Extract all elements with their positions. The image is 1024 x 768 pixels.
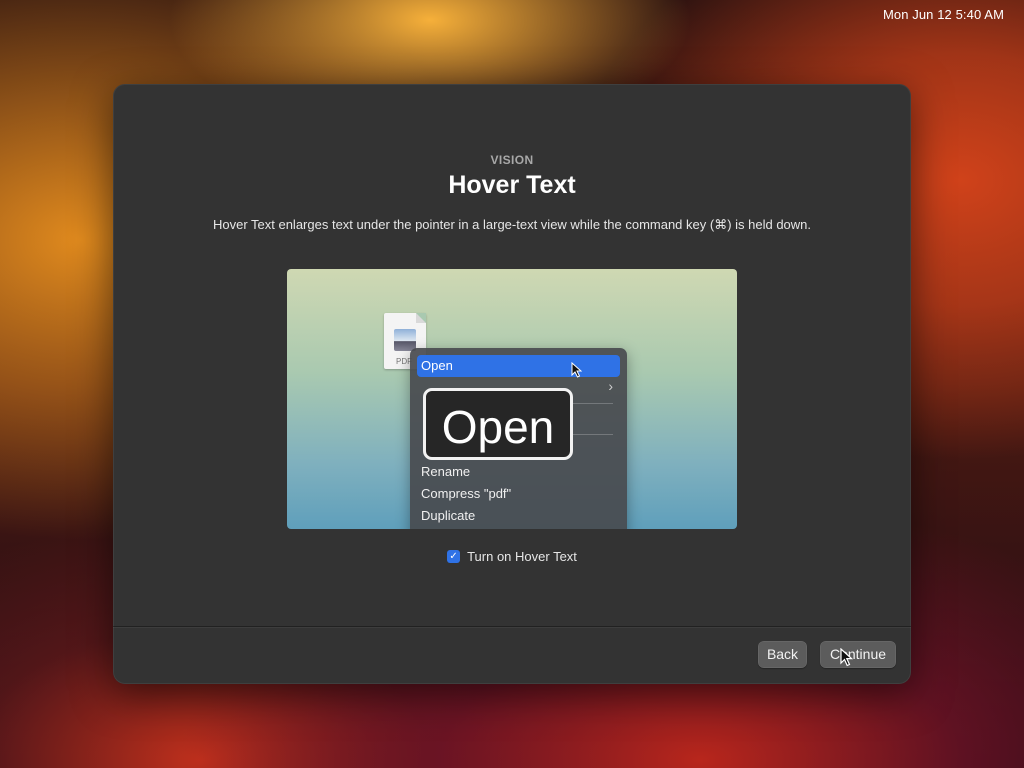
footer-divider [113,626,911,627]
checkbox-label[interactable]: Turn on Hover Text [467,549,577,564]
continue-button[interactable]: Continue [820,641,896,668]
checkmark-icon[interactable]: ✓ [447,550,461,563]
context-menu-item-open: Open [417,355,620,377]
pointer-cursor-icon [840,648,853,667]
page-title: Hover Text [448,171,576,199]
pointer-cursor-icon [571,362,582,378]
page-description: Hover Text enlarges text under the point… [212,217,812,232]
hover-text-preview-image: PDF Open › Open Rename Compress "pdf" Du… [287,269,737,529]
context-menu-item-duplicate: Duplicate [421,508,476,523]
chevron-right-icon: › [608,378,613,394]
context-menu-item-rename: Rename [421,464,471,479]
hover-text-toggle-row[interactable]: ✓ Turn on Hover Text [113,549,911,564]
menubar-clock[interactable]: Mon Jun 12 5:40 AM [883,7,1004,22]
section-eyebrow: VISION [490,153,534,167]
hover-text-bubble: Open [423,388,573,460]
context-menu-item-compress: Compress "pdf" [421,486,512,501]
context-menu: Open › Open Rename Compress "pdf" Duplic… [410,348,627,529]
back-button[interactable]: Back [758,641,807,668]
accessibility-setup-window: VISION Hover Text Hover Text enlarges te… [113,84,911,684]
